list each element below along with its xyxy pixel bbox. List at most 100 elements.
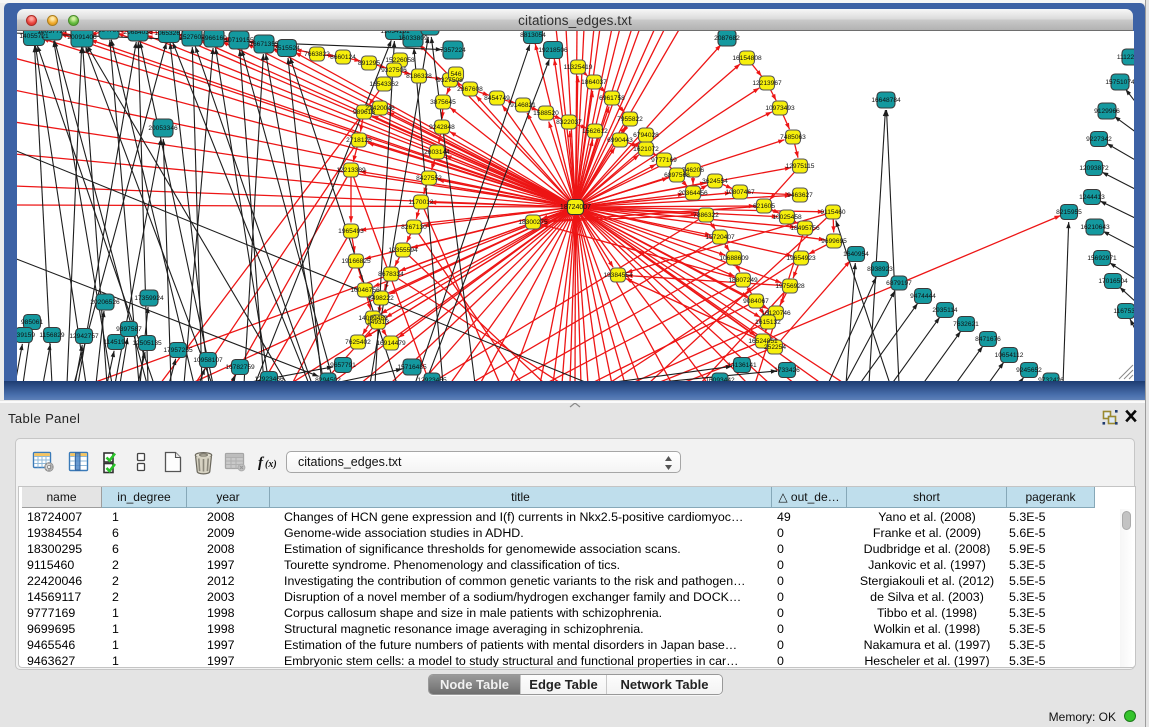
svg-text:7955822: 7955822: [617, 116, 643, 123]
svg-text:8454749: 8454749: [484, 95, 510, 102]
svg-text:9474444: 9474444: [910, 293, 936, 300]
svg-text:8678334: 8678334: [378, 271, 404, 278]
svg-text:9084067: 9084067: [743, 298, 769, 305]
svg-text:3624554: 3624554: [702, 178, 728, 185]
svg-text:9777169: 9777169: [651, 157, 677, 164]
svg-text:1145194: 1145194: [103, 339, 129, 346]
svg-text:18724007: 18724007: [560, 204, 591, 211]
svg-text:9115460: 9115460: [820, 209, 846, 216]
svg-text:10688609: 10688609: [719, 255, 749, 262]
svg-text:1640954: 1640954: [843, 251, 869, 258]
svg-text:12355594: 12355594: [388, 247, 418, 254]
svg-text:2803144: 2803144: [424, 149, 450, 156]
svg-text:1621072: 1621072: [633, 146, 659, 153]
svg-text:6990443: 6990443: [607, 137, 633, 144]
svg-text:9397587: 9397587: [116, 326, 142, 333]
svg-text:1588520: 1588520: [533, 110, 559, 117]
svg-text:1864037: 1864037: [581, 79, 607, 86]
svg-text:10958107: 10958107: [193, 357, 223, 364]
svg-text:8938923: 8938923: [867, 266, 893, 273]
svg-text:9227342: 9227342: [1086, 136, 1112, 143]
svg-text:7357224: 7357224: [440, 47, 466, 54]
svg-text:19756928: 19756928: [775, 283, 805, 290]
svg-text:985061: 985061: [21, 319, 43, 326]
svg-text:9146821: 9146821: [510, 102, 536, 109]
svg-text:20206526: 20206526: [90, 299, 120, 306]
svg-text:18495756: 18495756: [790, 225, 820, 232]
svg-text:10973493: 10973493: [765, 105, 795, 112]
svg-text:16947585: 16947585: [94, 31, 124, 34]
svg-text:6794028: 6794028: [633, 132, 659, 139]
svg-text:6966160: 6966160: [201, 35, 227, 42]
svg-text:1244413: 1244413: [1079, 194, 1105, 201]
svg-text:17359924: 17359924: [134, 295, 164, 302]
svg-text:9327508: 9327508: [437, 77, 463, 84]
svg-text:18037724: 18037724: [37, 31, 67, 35]
svg-text:6961758: 6961758: [599, 95, 625, 102]
svg-text:2367608: 2367608: [457, 86, 483, 93]
svg-text:891295: 891295: [358, 60, 380, 67]
svg-text:17016504: 17016504: [1098, 278, 1128, 285]
svg-text:1733426: 1733426: [774, 367, 800, 374]
svg-text:746206: 746206: [682, 167, 704, 174]
svg-text:8498222: 8498222: [368, 295, 394, 302]
svg-text:12975115: 12975115: [786, 163, 815, 170]
svg-text:1965493: 1965493: [338, 228, 364, 235]
svg-text:8267130: 8267130: [401, 224, 427, 231]
svg-text:12942757: 12942757: [69, 333, 99, 340]
svg-text:8186328: 8186328: [406, 73, 432, 80]
svg-text:2087682: 2087682: [714, 35, 740, 42]
svg-text:15716485: 15716485: [397, 364, 427, 371]
svg-text:16914479: 16914479: [376, 340, 406, 347]
svg-text:15226058: 15226058: [385, 57, 415, 64]
svg-text:16120746: 16120746: [761, 310, 791, 317]
svg-text:20053346: 20053346: [148, 125, 178, 132]
svg-text:8294502: 8294502: [315, 377, 341, 381]
svg-text:20091406: 20091406: [67, 34, 97, 41]
svg-text:20364456: 20364456: [678, 190, 708, 197]
svg-text:939159: 939159: [17, 332, 35, 339]
svg-text:7632621: 7632621: [953, 321, 979, 328]
svg-text:19654923: 19654923: [786, 255, 816, 262]
svg-text:9245652: 9245652: [1016, 367, 1042, 374]
svg-text:18300275: 18300275: [518, 219, 548, 226]
svg-text:2718126: 2718126: [346, 137, 372, 144]
svg-text:(x): (x): [265, 459, 277, 470]
svg-text:621605: 621605: [753, 203, 775, 210]
svg-text:11122296: 11122296: [1117, 54, 1134, 61]
svg-text:12213389: 12213389: [336, 167, 366, 174]
svg-text:1615132: 1615132: [755, 319, 781, 326]
svg-text:8813054: 8813054: [520, 32, 546, 39]
svg-text:1156829: 1156829: [39, 332, 65, 339]
svg-text:149313: 149313: [367, 319, 389, 326]
svg-text:7485063: 7485063: [780, 134, 806, 141]
svg-text:18807249: 18807249: [728, 277, 758, 284]
svg-text:16648784: 16648784: [871, 97, 901, 104]
svg-text:15720407: 15720407: [705, 234, 735, 241]
svg-text:12213967: 12213967: [752, 80, 782, 87]
svg-text:1167533: 1167533: [1113, 308, 1134, 315]
svg-text:10046756: 10046756: [350, 287, 380, 294]
svg-text:1562612: 1562612: [582, 128, 608, 135]
svg-text:7625402: 7625402: [345, 339, 371, 346]
svg-text:9327506: 9327506: [381, 67, 407, 74]
svg-text:16033809: 16033809: [398, 35, 428, 42]
svg-text:8660124: 8660124: [330, 54, 356, 61]
svg-text:6879197: 6879197: [886, 280, 912, 287]
svg-text:9242848: 9242848: [429, 124, 455, 131]
svg-text:16154808: 16154808: [732, 55, 762, 62]
svg-text:10025458: 10025458: [772, 214, 802, 221]
svg-text:19218506: 19218506: [538, 47, 568, 54]
svg-text:8471676: 8471676: [975, 336, 1001, 343]
svg-text:12923465: 12923465: [417, 377, 447, 381]
svg-text:12923466: 12923466: [254, 376, 284, 381]
svg-text:9657791: 9657791: [330, 362, 356, 369]
svg-text:15751074: 15751074: [1105, 79, 1134, 86]
svg-text:16210643: 16210643: [1080, 224, 1110, 231]
svg-text:15692971: 15692971: [1087, 255, 1117, 262]
svg-text:1170012: 1170012: [408, 199, 434, 206]
svg-text:2935114: 2935114: [932, 307, 958, 314]
svg-text:20684036: 20684036: [123, 31, 153, 36]
svg-text:10654112: 10654112: [995, 352, 1024, 359]
svg-text:14136141: 14136141: [727, 362, 757, 369]
